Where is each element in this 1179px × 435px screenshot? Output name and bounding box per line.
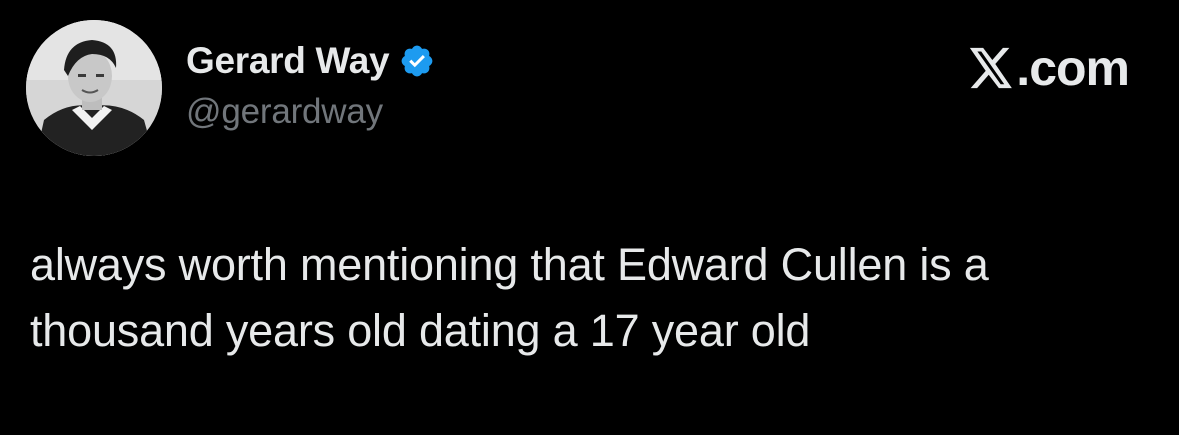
user-handle[interactable]: @gerardway — [186, 92, 383, 132]
x-logo-icon — [968, 46, 1014, 90]
tweet-card: Gerard Way @gerardway .com always worth … — [0, 0, 1179, 435]
verified-badge-icon — [399, 43, 435, 79]
brand-text: .com — [1016, 40, 1130, 96]
avatar-image — [26, 20, 162, 156]
brand-watermark: .com — [968, 40, 1130, 96]
avatar[interactable] — [26, 20, 162, 156]
author-name-row: Gerard Way — [186, 38, 435, 84]
tweet-text: always worth mentioning that Edward Cull… — [30, 239, 989, 356]
display-name[interactable]: Gerard Way — [186, 40, 390, 82]
